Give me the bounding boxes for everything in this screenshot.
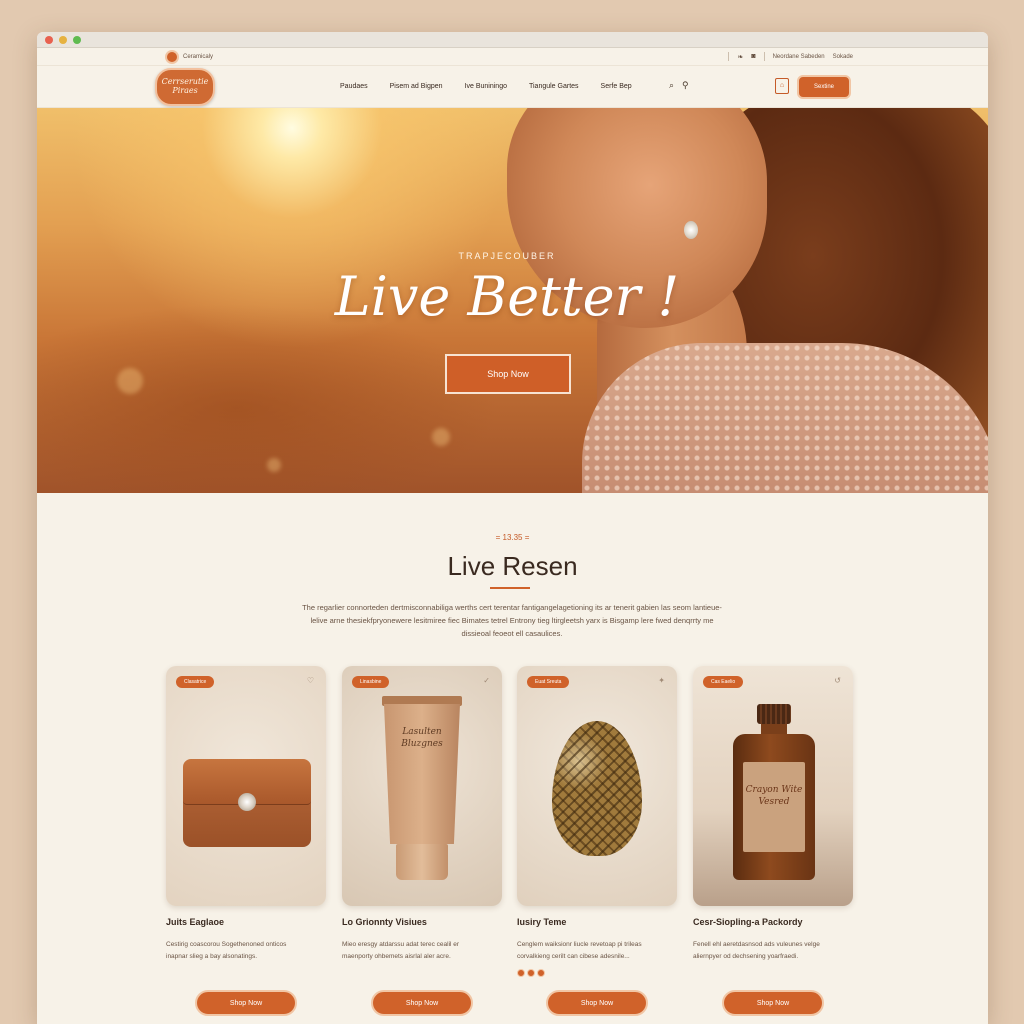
nav-link-shop[interactable]: Serfe Bep — [601, 83, 632, 90]
product-name[interactable]: Cesr-Siopling-a Packordy — [693, 917, 803, 927]
product-badge: Euat Sreuta — [527, 676, 570, 688]
tube-cap — [396, 844, 448, 880]
pin-icon[interactable]: ✦ — [658, 676, 665, 685]
divider — [763, 52, 765, 61]
utility-link-help[interactable]: Sokade — [833, 54, 853, 60]
bottle-label: Crayon Wite Vesred — [743, 762, 805, 852]
divider — [728, 52, 730, 61]
utility-right: ❧ ◙ Neordane Sabeden Sokade — [728, 52, 853, 61]
purse-clasp — [238, 793, 256, 811]
featured-section: = 13.35 = Live Resen The regarlier conno… — [37, 493, 988, 1024]
minimize-window-button[interactable] — [59, 35, 67, 44]
zoom-icon[interactable]: ⚲ — [682, 80, 689, 91]
nav-link-gardens[interactable]: Tiangule Gartes — [529, 83, 579, 90]
brand-logo[interactable]: Cerrserutie Piraes — [155, 67, 215, 106]
section-title: Live Resen — [447, 551, 578, 581]
nav-tools: ⌕ ⚲ — [669, 80, 689, 91]
browser-window: Ceramicaly ❧ ◙ Neordane Sabeden Sokade C… — [37, 32, 988, 1024]
product-description: Mieo eresgy atdarssu adat terec cealil e… — [342, 941, 460, 960]
shop-now-button-3[interactable]: Shop Now — [546, 990, 648, 1016]
product-badge: Linasbine — [352, 676, 390, 688]
product-name[interactable]: Lo Grionnty Visiues — [342, 917, 427, 927]
wishlist-icon[interactable]: ♡ — [307, 676, 314, 685]
bokeh-light — [267, 458, 281, 472]
product-name[interactable]: Iusiry Teme — [517, 917, 566, 927]
product-badge: Clasatrice — [176, 676, 215, 688]
product-card-3[interactable]: Euat Sreuta ✦ — [517, 666, 677, 906]
bokeh-light — [432, 428, 450, 446]
color-swatches — [517, 969, 545, 977]
tube-label: Lasulten Bluzgnes — [401, 727, 443, 749]
product-badge: Cas Eaelio — [703, 676, 744, 688]
check-icon[interactable]: ✓ — [483, 676, 490, 685]
close-window-button[interactable] — [45, 35, 53, 44]
window-titlebar — [37, 32, 988, 48]
tube-body — [384, 704, 460, 844]
product-description: Cestirig coascorou Sogethenoned onticos … — [166, 941, 287, 960]
product-card-1[interactable]: Clasatrice ♡ — [166, 666, 326, 906]
nav-link-beginnings[interactable]: Ive Buniningo — [465, 83, 507, 90]
hero-headline: Live Better ! — [334, 265, 680, 328]
utility-left: Ceramicaly — [165, 49, 214, 64]
section-divider — [490, 587, 530, 589]
section-kicker: = 13.35 = — [495, 533, 530, 542]
store-name: Ceramicaly — [183, 53, 214, 60]
hero-text: TRAPJECOUBER Live Better ! — [327, 251, 687, 328]
shop-now-button-2[interactable]: Shop Now — [371, 990, 473, 1016]
share-icon[interactable]: ↺ — [834, 676, 841, 685]
color-swatch[interactable] — [527, 969, 535, 977]
facebook-icon[interactable]: ❧ — [737, 53, 743, 61]
mini-logo-icon[interactable] — [165, 49, 179, 64]
search-icon[interactable]: ⌕ — [669, 80, 674, 91]
brand-logo-line2: Piraes — [172, 85, 198, 95]
nav-link-products[interactable]: Paudaes — [340, 83, 368, 90]
bottle-cap — [757, 704, 791, 724]
product-description: Fenell ehl aeretdasnsod ads vuleunes vel… — [693, 941, 820, 960]
header-cta-button[interactable]: Sextine — [797, 75, 851, 99]
oil-bottle-image: Crayon Wite Vesred — [733, 704, 815, 880]
maximize-window-button[interactable] — [73, 35, 81, 44]
color-swatch[interactable] — [537, 969, 545, 977]
pinecone-image — [552, 721, 642, 856]
purse-image — [183, 753, 311, 847]
instagram-icon[interactable]: ◙ — [751, 53, 755, 60]
product-name[interactable]: Juits Eaglaoe — [166, 917, 224, 927]
hero-banner: TRAPJECOUBER Live Better ! Shop Now — [37, 108, 988, 493]
product-description: Cenglem waiksionr liucle revetoap pi tri… — [517, 941, 642, 960]
section-intro: The regarlier connorteden dertmisconnabi… — [302, 603, 722, 638]
main-navbar: Cerrserutie Piraes Paudaes Pisem ad Bigp… — [37, 66, 988, 108]
shop-now-button-4[interactable]: Shop Now — [722, 990, 824, 1016]
product-card-2[interactable]: Linasbine ✓ Lasulten Bluzgnes — [342, 666, 502, 906]
lotion-tube-image: Lasulten Bluzgnes — [382, 696, 462, 882]
cart-icon[interactable]: ⌂ — [775, 78, 789, 94]
earring-image — [684, 221, 698, 239]
nav-link-bestsellers[interactable]: Pisem ad Bigpen — [390, 83, 443, 90]
utility-bar: Ceramicaly ❧ ◙ Neordane Sabeden Sokade — [37, 48, 988, 66]
hero-kicker: TRAPJECOUBER — [458, 251, 556, 261]
bokeh-light — [117, 368, 143, 394]
product-card-4[interactable]: Cas Eaelio ↺ Crayon Wite Vesred — [693, 666, 853, 906]
nav-links: Paudaes Pisem ad Bigpen Ive Buniningo Ti… — [340, 83, 632, 90]
shop-now-button-1[interactable]: Shop Now — [195, 990, 297, 1016]
hero-shop-now-button[interactable]: Shop Now — [445, 354, 571, 394]
utility-link-account[interactable]: Neordane Sabeden — [773, 54, 825, 60]
color-swatch[interactable] — [517, 969, 525, 977]
